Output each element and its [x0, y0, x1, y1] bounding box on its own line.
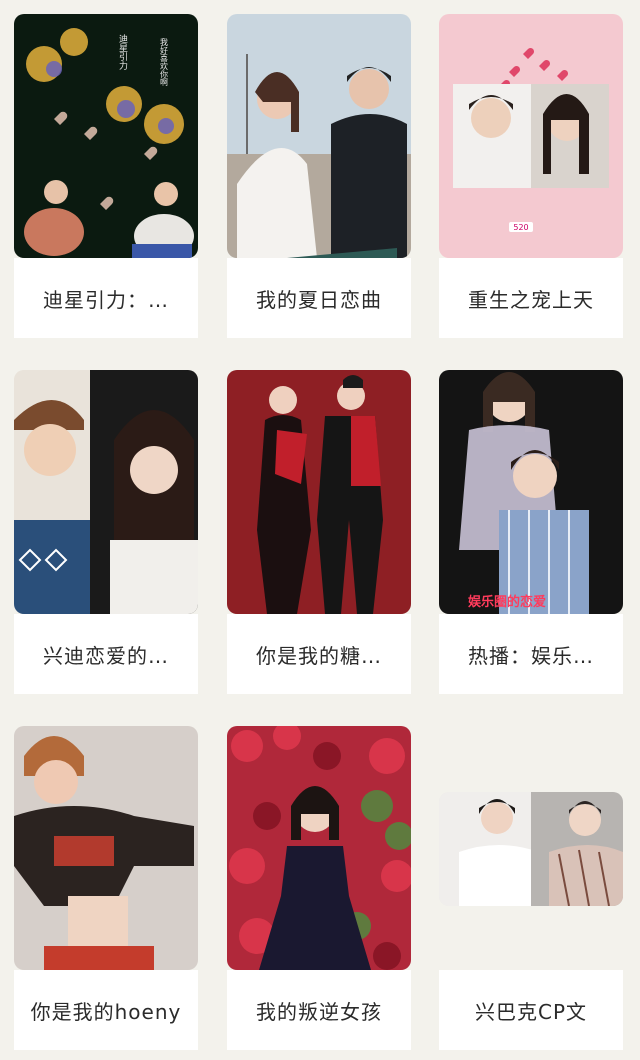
cover-art	[227, 370, 411, 614]
book-title[interactable]: 兴迪恋爱的…	[14, 614, 198, 694]
book-title[interactable]: 你是我的hoeny	[14, 970, 198, 1050]
book-cover[interactable]: 迪星引力 我好喜欢你啊	[14, 14, 198, 258]
book-title[interactable]: 兴巴克CP文	[439, 970, 623, 1050]
cover-text: 娱乐圈的恋爱	[468, 594, 546, 610]
cover-art	[439, 792, 623, 906]
book-cover[interactable]: 娱乐圈的恋爱	[439, 370, 623, 614]
book-card[interactable]: 兴迪恋爱的…	[14, 370, 198, 694]
book-title[interactable]: 迪星引力：…	[14, 258, 198, 338]
cover-text: 520	[513, 223, 528, 232]
cover-art	[227, 14, 411, 258]
cover-art: 娱乐圈的恋爱	[439, 370, 623, 614]
book-title[interactable]: 我的叛逆女孩	[227, 970, 411, 1050]
cover-art: 520	[439, 14, 623, 258]
book-cover[interactable]: 520	[439, 14, 623, 258]
book-card[interactable]: 兴巴克CP文	[439, 792, 623, 1050]
cover-art: 迪星引力 我好喜欢你啊	[14, 14, 198, 258]
book-cover[interactable]	[14, 370, 198, 614]
cover-text: 迪星引力	[117, 33, 128, 71]
book-cover[interactable]	[227, 14, 411, 258]
book-title[interactable]: 你是我的糖…	[227, 614, 411, 694]
cover-text: 我好喜欢你啊	[160, 37, 169, 87]
book-card[interactable]: 我的夏日恋曲	[227, 14, 411, 338]
book-card[interactable]: 迪星引力 我好喜欢你啊 迪星引力：…	[14, 14, 198, 338]
book-grid: 迪星引力 我好喜欢你啊 迪星引力：… 我的夏日恋曲 520 重生之宠上天 兴迪恋…	[0, 0, 640, 1060]
book-card[interactable]: 520 重生之宠上天	[439, 14, 623, 338]
book-cover[interactable]	[227, 370, 411, 614]
book-title[interactable]: 我的夏日恋曲	[227, 258, 411, 338]
book-card[interactable]: 你是我的糖…	[227, 370, 411, 694]
book-cover[interactable]	[439, 792, 623, 906]
cover-art	[227, 726, 411, 970]
book-card[interactable]: 娱乐圈的恋爱 热播：娱乐…	[439, 370, 623, 694]
book-cover[interactable]	[227, 726, 411, 970]
book-card[interactable]: 你是我的hoeny	[14, 726, 198, 1050]
book-cover[interactable]	[14, 726, 198, 970]
cover-art	[14, 370, 198, 614]
book-card[interactable]: 我的叛逆女孩	[227, 726, 411, 1050]
book-title[interactable]: 重生之宠上天	[439, 258, 623, 338]
cover-art	[14, 726, 198, 970]
book-title[interactable]: 热播：娱乐…	[439, 614, 623, 694]
